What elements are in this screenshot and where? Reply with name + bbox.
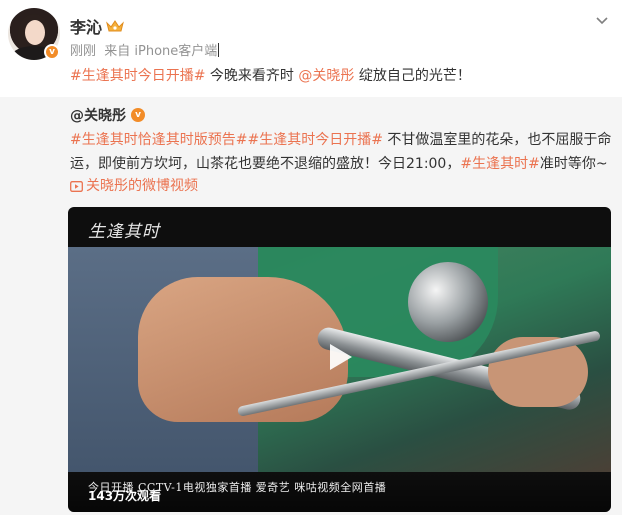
repost-author-name[interactable]: @关晓彤 [70,105,126,125]
hashtag-link[interactable]: #生逢其时今日开播# [70,68,205,84]
repost-author: @关晓彤 v [70,105,145,125]
play-icon[interactable] [322,340,356,374]
author-name[interactable]: 李沁 [70,14,102,38]
video-link-label: 关晓彤的微博视频 [86,178,198,194]
hashtag-link[interactable]: #生逢其时# [460,156,539,172]
mention-link[interactable]: @关晓彤 [298,68,354,84]
crown-icon [106,20,124,32]
post-text: #生逢其时今日开播# 今晚来看齐时 @关晓彤 绽放自己的光芒！ [70,66,471,86]
post-meta: 刚刚 来自 iPhone客户端 [70,40,220,59]
video-icon [70,180,83,192]
post-text-plain: 今晚来看齐时 [205,68,299,84]
chevron-down-icon[interactable] [594,12,610,28]
text-cursor [218,43,220,57]
repost-card: @关晓彤 v #生逢其时恰逢其时版预告##生逢其时今日开播# 不甘做温室里的花朵… [0,97,622,515]
hashtag-link[interactable]: #生逢其时恰逢其时版预告##生逢其时今日开播# [70,132,383,148]
video-frame-shape [408,262,488,342]
view-count: 143万次观看 [88,489,162,503]
verified-icon: v [44,44,60,60]
post-text-plain: 绽放自己的光芒！ [354,68,471,84]
weibo-post: v 李沁 刚刚 来自 iPhone客户端 #生逢其时今日开播# 今晚来看齐时 @… [0,0,622,515]
show-logo: 生逢其时 [88,222,160,242]
author-row: 李沁 [70,14,124,38]
video-link[interactable]: 关晓彤的微博视频 [70,176,198,196]
verified-icon: v [131,108,145,122]
avatar-face [25,20,45,45]
repost-text-plain: 准时等你~ [539,156,608,172]
repost-text: #生逢其时恰逢其时版预告##生逢其时今日开播# 不甘做温室里的花朵，也不屈服于命… [70,128,615,176]
post-meta-text: 刚刚 来自 iPhone客户端 [70,44,218,59]
video-player[interactable]: 生逢其时 今日开播 CCTV-1电视独家首播 爱奇艺 咪咕视频全网首播 143万… [68,207,611,512]
